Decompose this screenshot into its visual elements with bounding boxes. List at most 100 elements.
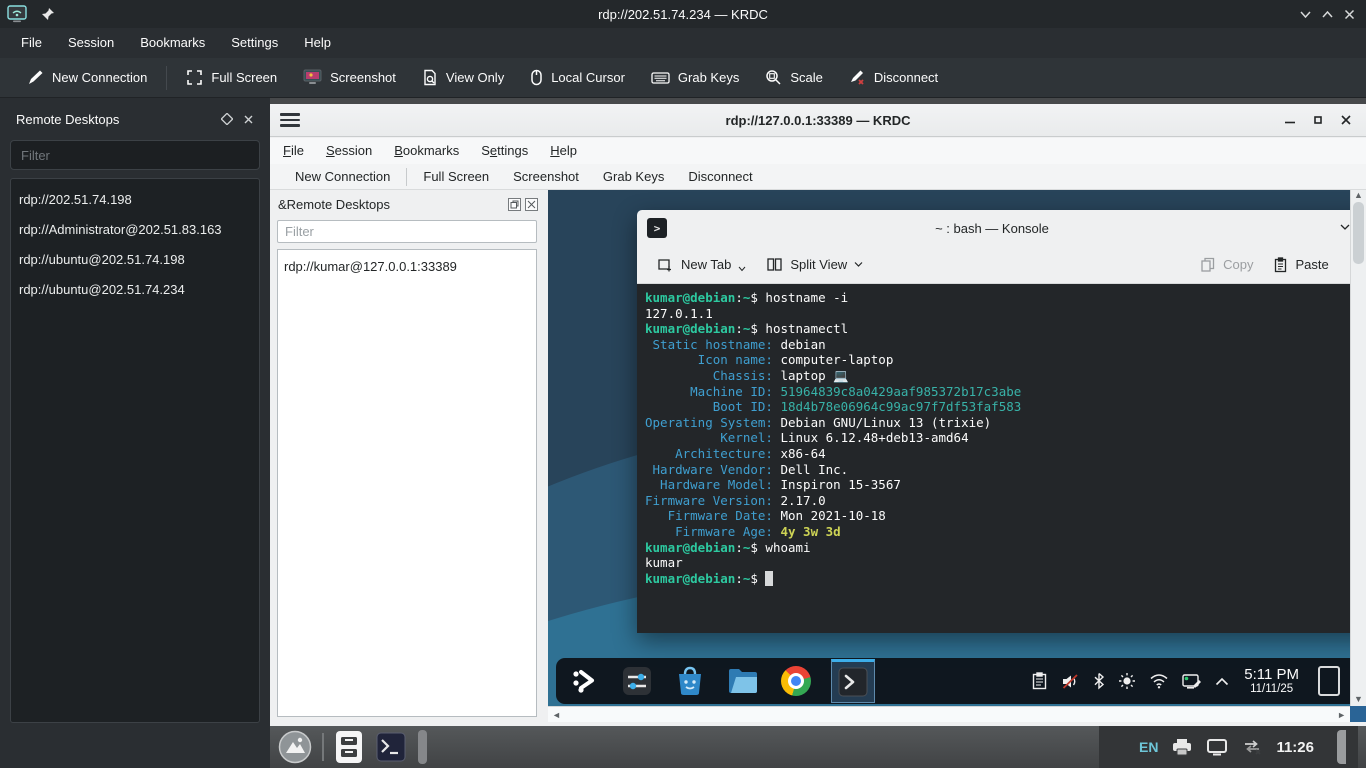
- view-only-button[interactable]: View Only: [409, 62, 517, 94]
- inner-titlebar[interactable]: rdp://127.0.0.1:33389 — KRDC: [270, 104, 1366, 137]
- remote-desktop-view[interactable]: rdp://127.0.0.1:33389 — KRDC File Sessio…: [270, 98, 1366, 768]
- konsole-titlebar[interactable]: > ~ : bash — Konsole: [637, 210, 1350, 246]
- outer-connection-list: rdp://202.51.74.198 rdp://Administrator@…: [10, 178, 260, 723]
- terminal-line: Architecture: x86-64: [645, 446, 1350, 462]
- split-view-button[interactable]: Split View: [756, 250, 873, 280]
- keyboard-layout-indicator[interactable]: EN: [1139, 739, 1158, 755]
- outer-menubar: File Session Bookmarks Settings Help: [0, 28, 1366, 58]
- terminal-line: kumar: [645, 555, 1350, 571]
- file-cabinet-icon[interactable]: [334, 730, 364, 764]
- outer-menu-settings[interactable]: Settings: [218, 28, 291, 58]
- connection-item[interactable]: rdp://kumar@127.0.0.1:33389: [278, 255, 536, 279]
- keyboard-icon: [651, 70, 670, 85]
- plasma-clock[interactable]: 5:11 PM 11/11/25: [1244, 666, 1299, 696]
- minimize-button[interactable]: [1294, 3, 1316, 25]
- full-screen-button[interactable]: Full Screen: [173, 62, 290, 94]
- outer-menu-session[interactable]: Session: [55, 28, 127, 58]
- discover-icon[interactable]: [672, 663, 708, 699]
- konsole-task-button[interactable]: [831, 659, 875, 703]
- copy-button[interactable]: Copy: [1190, 250, 1263, 280]
- scale-button[interactable]: Scale: [752, 62, 836, 94]
- close-panel-icon[interactable]: [525, 198, 538, 211]
- connection-item[interactable]: rdp://Administrator@202.51.83.163: [11, 215, 259, 245]
- inner-grab-keys-button[interactable]: Grab Keys: [591, 164, 676, 190]
- inner-screenshot-button[interactable]: Screenshot: [501, 164, 591, 190]
- horizontal-scrollbar[interactable]: ◄ ►: [548, 706, 1350, 722]
- inner-new-connection-button[interactable]: New Connection: [283, 164, 402, 190]
- display-tray-icon[interactable]: [1206, 738, 1228, 756]
- inner-menu-file[interactable]: File: [272, 138, 315, 164]
- new-tab-button[interactable]: New Tab: [647, 250, 756, 280]
- wifi-icon[interactable]: [1149, 673, 1169, 689]
- outer-window-title: rdp://202.51.74.234 — KRDC: [0, 7, 1366, 22]
- split-view-icon: [766, 256, 783, 273]
- tray-expand-chevron-icon[interactable]: [1215, 677, 1229, 686]
- screen-share-icon[interactable]: [1182, 673, 1202, 690]
- host-scrollbar-thumb[interactable]: [1337, 730, 1346, 764]
- outer-titlebar: rdp://202.51.74.234 — KRDC: [0, 0, 1366, 28]
- grab-keys-button[interactable]: Grab Keys: [638, 62, 752, 94]
- outer-menu-file[interactable]: File: [8, 28, 55, 58]
- clipboard-tray-icon[interactable]: [1031, 672, 1048, 690]
- new-connection-button[interactable]: New Connection: [14, 62, 160, 94]
- screenshot-button[interactable]: Screenshot: [290, 62, 409, 94]
- debian-desktop-view[interactable]: > ~ : bash — Konsole New Tab Split View: [548, 190, 1350, 706]
- host-clock[interactable]: 11:26: [1276, 739, 1314, 756]
- inner-close-button[interactable]: [1340, 114, 1352, 126]
- printer-tray-icon[interactable]: [1171, 738, 1193, 756]
- inner-minimize-button[interactable]: [1284, 114, 1296, 126]
- host-taskbar: EN 11:26: [270, 726, 1366, 768]
- close-panel-icon[interactable]: [243, 114, 254, 125]
- system-settings-icon[interactable]: [619, 663, 655, 699]
- outer-menu-bookmarks[interactable]: Bookmarks: [127, 28, 218, 58]
- chrome-icon[interactable]: [778, 663, 814, 699]
- find-button[interactable]: Find: [1339, 250, 1350, 280]
- taskbar-slider[interactable]: [418, 730, 427, 764]
- volume-muted-icon[interactable]: [1061, 673, 1080, 690]
- inner-menu-help[interactable]: Help: [539, 138, 588, 164]
- inner-disconnect-button[interactable]: Disconnect: [676, 164, 764, 190]
- network-disconnected-icon[interactable]: [1241, 739, 1263, 755]
- brightness-icon[interactable]: [1118, 672, 1136, 690]
- outer-filter-input[interactable]: [10, 140, 260, 170]
- disconnect-button[interactable]: Disconnect: [836, 62, 951, 94]
- terminal-output[interactable]: kumar@debian:~$ hostname -i127.0.1.1kuma…: [637, 284, 1350, 633]
- float-panel-icon[interactable]: [221, 113, 233, 125]
- close-button[interactable]: [1338, 3, 1360, 25]
- app-launcher-icon[interactable]: [566, 663, 602, 699]
- inner-menu-settings[interactable]: Settings: [470, 138, 539, 164]
- paste-button[interactable]: Paste: [1263, 250, 1338, 280]
- scroll-down-arrow[interactable]: ▼: [1351, 694, 1366, 704]
- hamburger-menu-icon[interactable]: [280, 110, 300, 130]
- connection-item[interactable]: rdp://ubuntu@202.51.74.198: [11, 245, 259, 275]
- krdc-app-icon: [7, 4, 27, 24]
- taskbar-separator: [322, 733, 324, 761]
- terminal-app-icon[interactable]: [376, 732, 406, 762]
- bluetooth-icon[interactable]: [1093, 672, 1105, 690]
- scroll-left-arrow[interactable]: ◄: [552, 710, 561, 720]
- connection-item[interactable]: rdp://ubuntu@202.51.74.234: [11, 275, 259, 305]
- inner-menu-session[interactable]: Session: [315, 138, 383, 164]
- copy-icon: [1200, 257, 1216, 273]
- float-panel-icon[interactable]: [508, 198, 521, 211]
- file-manager-icon[interactable]: [725, 663, 761, 699]
- screen: rdp://202.51.74.234 — KRDC File Session …: [0, 0, 1366, 768]
- inner-menu-bookmarks[interactable]: Bookmarks: [383, 138, 470, 164]
- inner-filter-input[interactable]: [277, 220, 537, 243]
- vertical-scrollbar[interactable]: ▲ ▼: [1350, 190, 1366, 706]
- document-magnifier-icon: [422, 69, 438, 86]
- maximize-button[interactable]: [1316, 3, 1338, 25]
- outer-menu-help[interactable]: Help: [291, 28, 344, 58]
- scroll-up-arrow[interactable]: ▲: [1351, 190, 1366, 200]
- chevron-down-icon[interactable]: [1339, 222, 1350, 232]
- inner-maximize-button[interactable]: [1312, 114, 1324, 126]
- distro-logo-icon[interactable]: [278, 730, 312, 764]
- vertical-scrollbar-thumb[interactable]: [1353, 202, 1364, 264]
- show-desktop-button[interactable]: [1318, 666, 1340, 696]
- local-cursor-button[interactable]: Local Cursor: [517, 62, 638, 94]
- scroll-right-arrow[interactable]: ►: [1337, 710, 1346, 720]
- pin-icon[interactable]: [41, 7, 55, 21]
- inner-full-screen-button[interactable]: Full Screen: [411, 164, 501, 190]
- connection-item[interactable]: rdp://202.51.74.198: [11, 185, 259, 215]
- fullscreen-icon: [186, 69, 203, 86]
